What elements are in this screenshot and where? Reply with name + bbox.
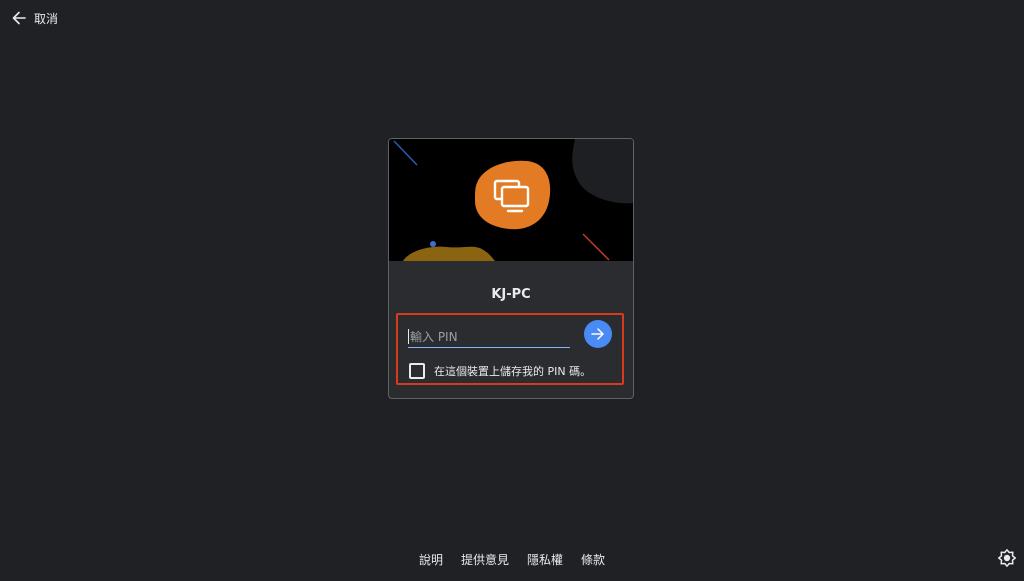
brightness-icon: [998, 549, 1016, 571]
terms-link[interactable]: 條款: [581, 551, 605, 568]
host-banner: [389, 139, 633, 261]
feedback-link[interactable]: 提供意見: [461, 551, 509, 568]
remote-desktop-icon: [493, 179, 533, 215]
footer-links: 說明 提供意見 隱私權 條款: [0, 551, 1024, 568]
pin-field: [408, 327, 570, 348]
privacy-link[interactable]: 隱私權: [527, 551, 563, 568]
cancel-button[interactable]: 取消: [6, 6, 64, 31]
arrow-left-icon: [12, 11, 26, 25]
host-name: KJ-PC: [491, 287, 531, 302]
top-bar: 取消: [0, 0, 64, 36]
pin-input[interactable]: [410, 327, 568, 347]
remember-pin-label: 在這個裝置上儲存我的 PIN 碼。: [434, 365, 592, 378]
theme-button[interactable]: [996, 549, 1018, 571]
help-link[interactable]: 說明: [419, 551, 443, 568]
remember-pin-option[interactable]: 在這個裝置上儲存我的 PIN 碼。: [409, 363, 591, 379]
text-caret: [408, 329, 409, 344]
arrow-right-icon: [591, 327, 605, 341]
remember-pin-checkbox[interactable]: [409, 363, 425, 379]
submit-pin-button[interactable]: [584, 320, 612, 348]
cancel-label: 取消: [34, 11, 59, 26]
